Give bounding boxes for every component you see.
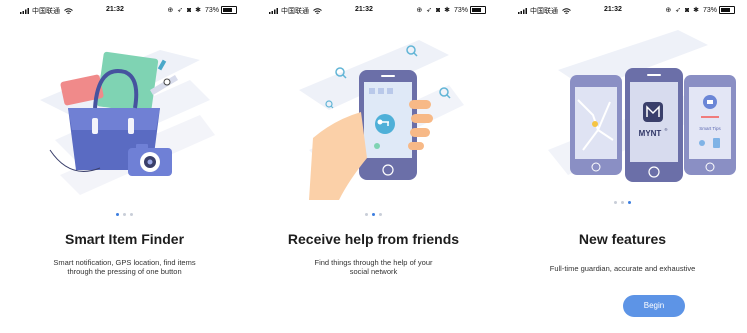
illustration-item-finder (40, 50, 215, 195)
page-dot-2[interactable] (372, 213, 375, 216)
status-right: ⊕ ➶ ◙ ✱ 73% (416, 6, 486, 15)
begin-button[interactable]: Begin (623, 295, 685, 317)
status-icons: ⊕ ➶ ◙ ✱ (416, 7, 454, 14)
hand-decoration (309, 112, 367, 200)
illustration-new-features: Smart Tips MYNT ® (548, 30, 736, 182)
screen-description: Smart notification, GPS location, find i… (0, 258, 249, 276)
status-bar: 中国联通 21:32 ⊕ ➶ ◙ ✱ 73% (498, 6, 747, 18)
smart-tips-label: Smart Tips (699, 126, 721, 131)
registered-mark: ® (665, 127, 668, 132)
status-icons: ⊕ ➶ ◙ ✱ (167, 7, 205, 14)
page-indicator (0, 203, 249, 221)
page-dot-3[interactable] (379, 213, 382, 216)
page-dot-1[interactable] (116, 213, 119, 216)
page-dot-1[interactable] (365, 213, 368, 216)
screen-title: New features (578, 231, 667, 247)
screen-description: Full-time guardian, accurate and exhaust… (498, 264, 747, 273)
carrier-label: 中国联通 (32, 8, 60, 15)
carrier-label: 中国联通 (281, 8, 309, 15)
green-card-decoration (96, 51, 159, 114)
status-bar: 中国联通 21:32 ⊕ ➶ ◙ ✱ 73% (249, 6, 498, 18)
carrier: 中国联通 (518, 6, 571, 16)
status-right: ⊕ ➶ ◙ ✱ 73% (167, 6, 237, 15)
battery-percent: 73% (204, 7, 219, 14)
status-icons: ⊕ ➶ ◙ ✱ (665, 7, 703, 14)
wifi-icon (313, 7, 322, 14)
description-line: Find things through the help of your (314, 258, 433, 267)
status-time: 21:32 (106, 6, 124, 13)
wifi-icon (64, 7, 73, 14)
signal-icon (518, 8, 527, 15)
phone-mynt-icon: MYNT ® (625, 68, 683, 182)
battery-percent: 73% (702, 7, 717, 14)
carrier: 中国联通 (20, 6, 73, 16)
status-time: 21:32 (604, 6, 622, 13)
mynt-brand-label: MYNT (639, 129, 662, 138)
page-indicator (498, 191, 747, 209)
description-line: through the pressing of one button (67, 267, 182, 276)
carrier-label: 中国联通 (530, 8, 558, 15)
onboarding-screen-2[interactable]: 中国联通 21:32 ⊕ ➶ ◙ ✱ 73% Receive help from… (249, 0, 498, 333)
description-line: Full-time guardian, accurate and exhaust… (549, 264, 696, 273)
carrier: 中国联通 (269, 6, 322, 16)
status-right: ⊕ ➶ ◙ ✱ 73% (665, 6, 735, 15)
page-dot-2[interactable] (123, 213, 126, 216)
page-indicator (249, 203, 498, 221)
phone-map-icon (570, 75, 622, 175)
battery-percent: 73% (453, 7, 468, 14)
battery-icon (221, 6, 237, 15)
screen-title: Smart Item Finder (64, 231, 185, 247)
status-bar: 中国联通 21:32 ⊕ ➶ ◙ ✱ 73% (0, 6, 249, 18)
illustration-help-friends (299, 40, 464, 200)
page-dot-1[interactable] (614, 201, 617, 204)
screen-title: Receive help from friends (287, 231, 460, 247)
battery-icon (719, 6, 735, 15)
description-line: social network (349, 267, 398, 276)
signal-icon (269, 8, 278, 15)
page-dot-2[interactable] (621, 201, 624, 204)
battery-icon (470, 6, 486, 15)
onboarding-screen-1[interactable]: 中国联通 21:32 ⊕ ➶ ◙ ✱ 73% Smart Item Finder… (0, 0, 249, 333)
page-dot-3[interactable] (628, 201, 631, 204)
wifi-icon (562, 7, 571, 14)
signal-icon (20, 8, 29, 15)
phone-icon (359, 70, 417, 180)
screen-description: Find things through the help of your soc… (249, 258, 498, 276)
onboarding-screen-3[interactable]: 中国联通 21:32 ⊕ ➶ ◙ ✱ 73% Smart Tips MYNT ®… (498, 0, 747, 333)
page-dot-3[interactable] (130, 213, 133, 216)
camera-icon (128, 144, 172, 176)
description-line: Smart notification, GPS location, find i… (53, 258, 196, 267)
onboarding-screens: 中国联通 21:32 ⊕ ➶ ◙ ✱ 73% Smart Item Finder… (0, 0, 747, 333)
phone-tips-icon: Smart Tips (684, 75, 736, 175)
status-time: 21:32 (355, 6, 373, 13)
